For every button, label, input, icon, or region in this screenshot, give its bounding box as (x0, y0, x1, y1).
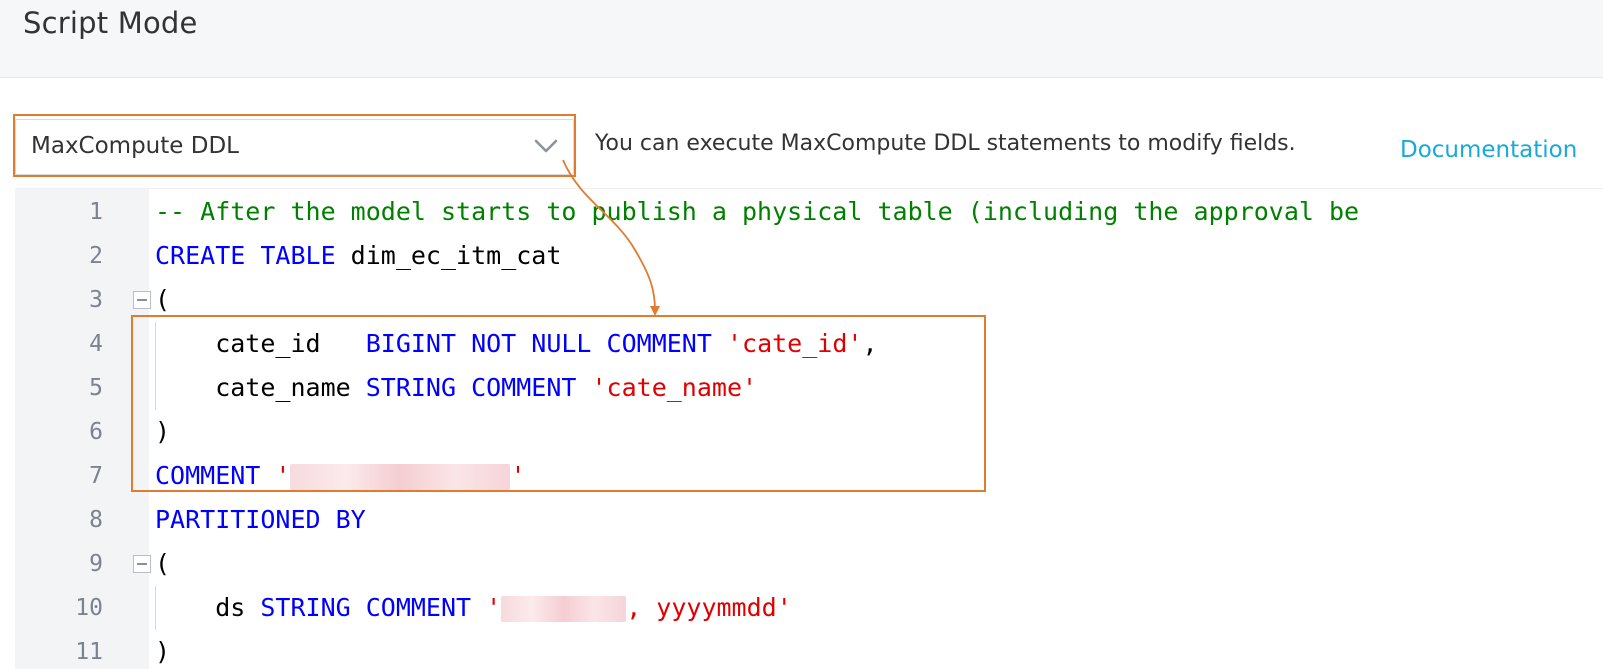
code-text: ds STRING COMMENT ' , yyyymmdd' (155, 586, 792, 630)
code-token: STRING COMMENT (260, 593, 472, 622)
code-token: ' (275, 461, 291, 490)
code-token: ) (155, 637, 171, 666)
page-title: Script Mode (23, 6, 198, 40)
code-token: STRING COMMENT (365, 373, 577, 402)
ddl-mode-select[interactable]: MaxCompute DDL (15, 119, 574, 175)
code-line: 10 ds STRING COMMENT ' , yyyymmdd' (15, 586, 1603, 630)
redacted-text (501, 596, 627, 622)
code-text: ( (155, 542, 170, 586)
code-line: 9( (15, 542, 1603, 586)
code-line: 8 PARTITIONED BY (15, 498, 1603, 542)
line-number: 5 (89, 375, 103, 401)
line-number: 6 (89, 419, 103, 445)
line-number: 9 (89, 551, 103, 577)
documentation-link[interactable]: Documentation (1400, 137, 1577, 163)
code-token: COMMENT (155, 461, 261, 490)
code-token: ' (510, 461, 526, 490)
code-line: 6) (15, 410, 1603, 454)
chevron-down-icon (534, 139, 558, 153)
code-text: ( (155, 278, 170, 322)
fold-toggle-icon[interactable] (133, 291, 151, 309)
code-token: dim_ec_itm_cat (335, 241, 562, 270)
code-token: 'cate_name' (591, 373, 758, 402)
line-number: 2 (89, 243, 103, 269)
code-text: PARTITIONED BY (155, 498, 366, 542)
code-line: 3( (15, 278, 1603, 322)
code-line: 11) (15, 630, 1603, 669)
code-token: -- After the model starts to publish a p… (155, 197, 1360, 226)
fold-toggle-icon[interactable] (133, 555, 151, 573)
code-token: ds (155, 593, 261, 622)
code-token: , (862, 329, 878, 358)
code-token: BIGINT NOT NULL COMMENT (365, 329, 712, 358)
code-line: 2 CREATE TABLE dim_ec_itm_cat (15, 234, 1603, 278)
code-token: CREATE TABLE (155, 241, 336, 270)
code-token: ( (155, 549, 171, 578)
code-text: -- After the model starts to publish a p… (155, 190, 1359, 234)
code-text: cate_id BIGINT NOT NULL COMMENT 'cate_id… (155, 322, 878, 366)
code-token: ( (155, 285, 171, 314)
ddl-mode-select-value: MaxCompute DDL (31, 133, 239, 159)
line-number: 11 (75, 639, 103, 665)
code-text: CREATE TABLE dim_ec_itm_cat (155, 234, 561, 278)
line-number: 4 (89, 331, 103, 357)
line-number: 3 (89, 287, 103, 313)
code-text: ) (155, 630, 170, 669)
code-token: 'cate_id' (726, 329, 863, 358)
line-number: 10 (75, 595, 103, 621)
code-line: 7 COMMENT ' ' (15, 454, 1603, 498)
code-line: 4 cate_id BIGINT NOT NULL COMMENT 'cate_… (15, 322, 1603, 366)
code-token: PARTITIONED BY (155, 505, 366, 534)
code-token: , yyyymmdd' (626, 593, 792, 622)
line-number: 8 (89, 507, 103, 533)
code-token: ' (486, 593, 502, 622)
code-line: 5 cate_name STRING COMMENT 'cate_name' (15, 366, 1603, 410)
code-text: cate_name STRING COMMENT 'cate_name' (155, 366, 757, 410)
code-text: COMMENT ' ' (155, 454, 526, 498)
page-header: Script Mode (0, 0, 1603, 78)
code-text: ) (155, 410, 170, 454)
line-number: 7 (89, 463, 103, 489)
ddl-hint-text: You can execute MaxCompute DDL statement… (595, 131, 1296, 156)
code-line: 1 -- After the model starts to publish a … (15, 190, 1603, 234)
redacted-text (290, 464, 511, 490)
code-token: ) (155, 417, 171, 446)
code-editor[interactable]: 1 -- After the model starts to publish a … (15, 188, 1603, 669)
code-token: cate_id (155, 329, 366, 358)
code-token: cate_name (155, 373, 366, 402)
line-number: 1 (89, 199, 103, 225)
